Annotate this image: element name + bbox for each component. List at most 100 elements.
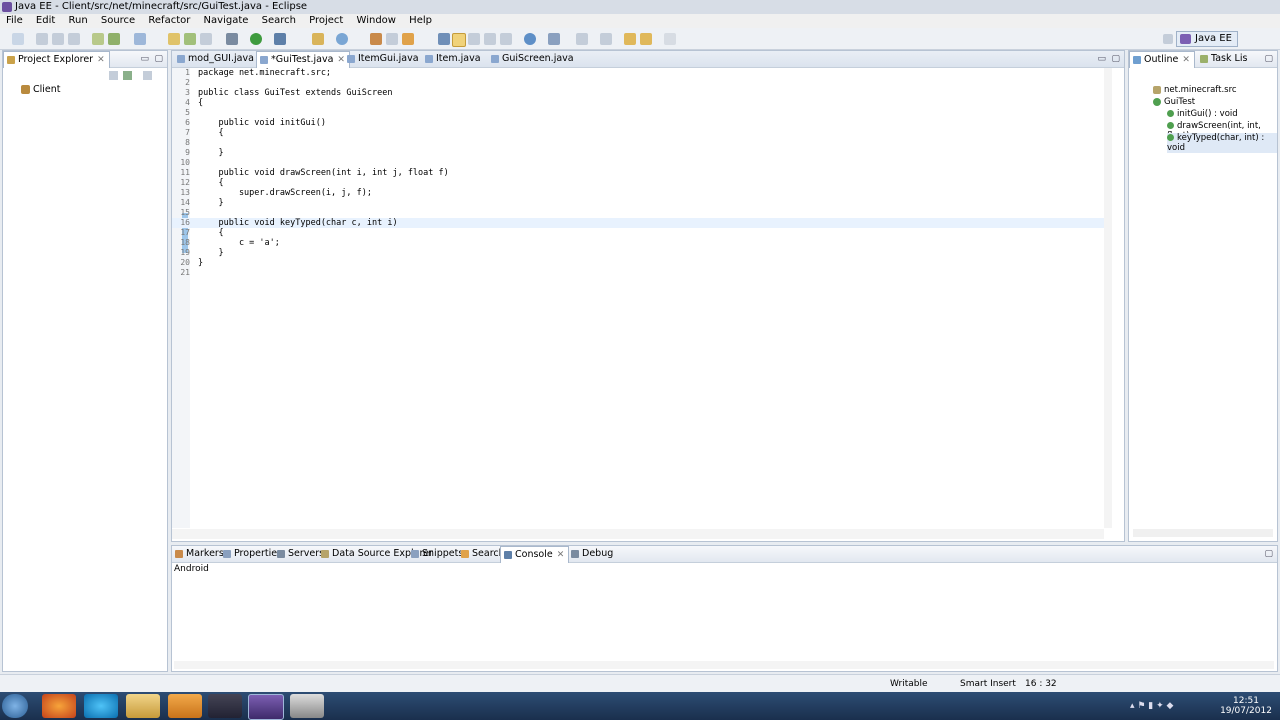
system-clock[interactable]: 12:51 19/07/2012 xyxy=(1218,696,1274,716)
horizontal-scrollbar[interactable] xyxy=(172,529,1104,539)
tab-outline[interactable]: Outline ✕ xyxy=(1129,51,1195,68)
open-type-icon[interactable] xyxy=(370,33,382,45)
servers-icon xyxy=(277,550,285,558)
wrench-icon[interactable] xyxy=(548,33,560,45)
menu-bar: File Edit Run Source Refactor Navigate S… xyxy=(0,14,1280,28)
tab-task-list[interactable]: Task Lis xyxy=(1197,51,1251,67)
tab-mod-gui[interactable]: mod_GUI.java xyxy=(174,51,258,67)
method-icon xyxy=(1167,134,1174,141)
menu-run[interactable]: Run xyxy=(68,15,87,26)
tab-guiscreen[interactable]: GuiScreen.java xyxy=(488,51,578,67)
outline-item-package[interactable]: net.minecraft.src xyxy=(1153,85,1237,95)
project-folder-icon xyxy=(21,85,30,94)
menu-project[interactable]: Project xyxy=(309,15,343,26)
outline-item-label: net.minecraft.src xyxy=(1164,85,1237,95)
tab-label: Console xyxy=(515,549,553,560)
menu-window[interactable]: Window xyxy=(357,15,396,26)
minimize-icon[interactable]: ▭ xyxy=(140,51,149,67)
outline-scrollbar[interactable] xyxy=(1133,529,1273,537)
checklist-icon[interactable] xyxy=(134,33,146,45)
collapse-all-icon[interactable] xyxy=(109,71,118,80)
tab-console[interactable]: Console ✕ xyxy=(500,546,570,563)
paragraph-icon[interactable] xyxy=(500,33,512,45)
file-explorer-icon[interactable] xyxy=(126,694,160,718)
terminal-icon[interactable] xyxy=(108,33,120,45)
minimize-icon[interactable]: ▭ xyxy=(1097,51,1106,67)
media-player-icon[interactable] xyxy=(168,694,202,718)
print-icon[interactable] xyxy=(68,33,80,45)
outline-icon xyxy=(1133,56,1141,64)
back-icon[interactable] xyxy=(640,33,652,45)
run-icon[interactable] xyxy=(250,33,262,45)
tray-icons[interactable]: ▴ ⚑ ▮ ✦ ◆ xyxy=(1130,701,1173,711)
refresh-icon[interactable] xyxy=(200,33,212,45)
perspective-java-ee[interactable]: Java EE xyxy=(1176,31,1238,47)
markers-icon xyxy=(175,550,183,558)
status-writable: Writable xyxy=(890,679,928,689)
close-icon[interactable]: ✕ xyxy=(557,550,565,560)
outline-item-class[interactable]: GuiTest xyxy=(1153,97,1195,107)
outline-tab-label: Outline xyxy=(1144,54,1179,65)
build-icon[interactable] xyxy=(184,33,196,45)
new-package-icon[interactable] xyxy=(312,33,324,45)
save-all-icon[interactable] xyxy=(52,33,64,45)
last-edit-icon[interactable] xyxy=(624,33,636,45)
block-selection-icon[interactable] xyxy=(468,33,480,45)
new-class-icon[interactable] xyxy=(336,33,348,45)
prev-annotation-icon[interactable] xyxy=(600,33,612,45)
menu-search[interactable]: Search xyxy=(262,15,296,26)
open-task-icon[interactable] xyxy=(386,33,398,45)
maximize-icon[interactable]: ▢ xyxy=(1111,51,1120,67)
java-file-icon xyxy=(425,55,433,63)
maximize-icon[interactable]: ▢ xyxy=(154,51,163,67)
search-tool-icon[interactable] xyxy=(402,33,414,45)
outline-item-method[interactable]: keyTyped(char, int) : void xyxy=(1167,133,1277,153)
toggle-mark-icon[interactable] xyxy=(438,33,450,45)
new-icon[interactable] xyxy=(12,33,24,45)
menu-source[interactable]: Source xyxy=(101,15,135,26)
unity-icon[interactable] xyxy=(208,694,242,718)
app-taskbar-icon[interactable] xyxy=(290,694,324,718)
menu-file[interactable]: File xyxy=(6,15,23,26)
vertical-scrollbar[interactable] xyxy=(1104,68,1112,528)
forward-icon[interactable] xyxy=(664,33,676,45)
tab-item[interactable]: Item.java xyxy=(422,51,485,67)
toggle-highlight-icon[interactable] xyxy=(452,33,466,47)
menu-navigate[interactable]: Navigate xyxy=(204,15,249,26)
maximize-icon[interactable]: ▢ xyxy=(1264,51,1273,67)
server-icon[interactable] xyxy=(92,33,104,45)
close-icon[interactable]: ✕ xyxy=(1182,55,1190,65)
open-folder-icon[interactable] xyxy=(168,33,180,45)
tree-item-client[interactable]: Client xyxy=(21,84,61,95)
tab-itemgui[interactable]: ItemGui.java xyxy=(344,51,423,67)
menu-refactor[interactable]: Refactor xyxy=(148,15,190,26)
menu-help[interactable]: Help xyxy=(409,15,432,26)
java-file-icon xyxy=(491,55,499,63)
firefox-icon[interactable] xyxy=(42,694,76,718)
outline-item-method[interactable]: initGui() : void xyxy=(1167,109,1238,119)
tab-guitest[interactable]: *GuiTest.java ✕ xyxy=(256,51,350,68)
open-perspective-icon[interactable] xyxy=(1163,34,1173,44)
skype-icon[interactable] xyxy=(84,694,118,718)
project-explorer-title: Project Explorer xyxy=(18,54,94,65)
close-icon[interactable]: ✕ xyxy=(97,55,105,65)
globe-icon[interactable] xyxy=(524,33,536,45)
console-scrollbar[interactable] xyxy=(174,661,1274,669)
view-menu-icon[interactable] xyxy=(143,71,152,80)
next-annotation-icon[interactable] xyxy=(576,33,588,45)
link-editor-icon[interactable] xyxy=(123,71,132,80)
external-tools-icon[interactable] xyxy=(274,33,286,45)
java-file-icon xyxy=(177,55,185,63)
current-line-highlight xyxy=(172,218,1104,228)
save-icon[interactable] xyxy=(36,33,48,45)
tab-label: mod_GUI.java xyxy=(188,53,254,64)
menu-edit[interactable]: Edit xyxy=(36,15,55,26)
tab-project-explorer[interactable]: Project Explorer ✕ xyxy=(3,51,110,68)
show-whitespace-icon[interactable] xyxy=(484,33,496,45)
start-button-icon[interactable] xyxy=(2,694,28,718)
maximize-icon[interactable]: ▢ xyxy=(1264,546,1273,562)
tab-debug[interactable]: Debug xyxy=(568,546,617,562)
eclipse-taskbar-icon[interactable] xyxy=(248,694,284,720)
status-cursor-position: 16 : 32 xyxy=(1025,679,1057,689)
debug-icon[interactable] xyxy=(226,33,238,45)
